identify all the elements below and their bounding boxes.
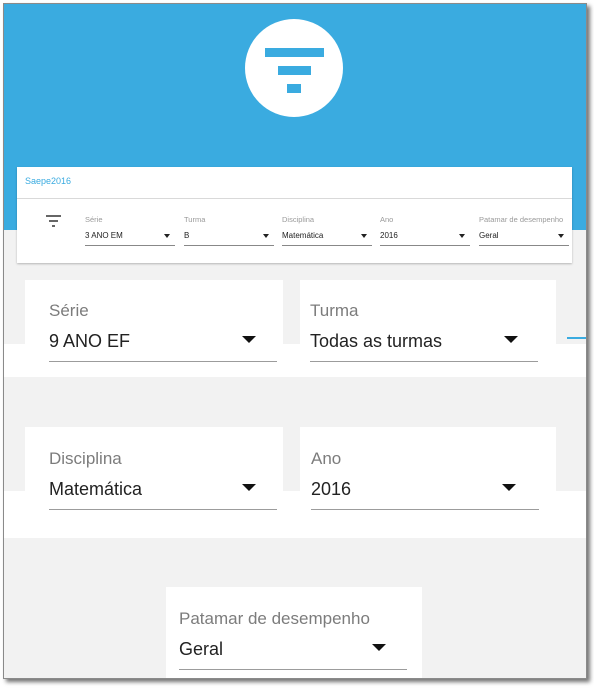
summary-field-value: 3 ANO EM (85, 231, 123, 240)
field-value: Matemática (49, 479, 143, 499)
serie-select[interactable]: Série 9 ANO EF (49, 301, 277, 363)
summary-title: Saepe2016 (25, 176, 72, 186)
summary-field-label: Patamar de desempenho (479, 215, 564, 224)
dropdown-arrow-icon (361, 234, 367, 238)
filter-icon-bar (278, 66, 311, 75)
dropdown-arrow-icon (372, 644, 386, 651)
summary-turma-select[interactable]: Turma B (184, 215, 274, 247)
summary-field-value: Geral (479, 231, 499, 240)
summary-field-label: Turma (184, 215, 206, 224)
app-frame: Saepe2016 Série 3 ANO EM Turma B Discipl… (3, 3, 587, 679)
summary-field-label: Ano (380, 215, 394, 224)
summary-field-value: 2016 (380, 231, 398, 240)
turma-select[interactable]: Turma Todas as turmas (310, 301, 538, 363)
field-label: Patamar de desempenho (179, 609, 370, 628)
summary-field-label: Disciplina (282, 215, 315, 224)
filter-icon[interactable] (46, 215, 61, 229)
field-label: Ano (311, 449, 342, 468)
disciplina-select[interactable]: Disciplina Matemática (49, 449, 277, 511)
patamar-select[interactable]: Patamar de desempenho Geral (179, 609, 407, 671)
summary-field-label: Série (85, 215, 103, 224)
dropdown-arrow-icon (164, 234, 170, 238)
filter-icon (245, 19, 343, 117)
field-value: Todas as turmas (310, 331, 443, 351)
summary-field-value: B (184, 231, 190, 240)
accent-line (567, 337, 586, 339)
field-label: Série (49, 301, 89, 320)
summary-serie-select[interactable]: Série 3 ANO EM (85, 215, 175, 247)
dropdown-arrow-icon (459, 234, 465, 238)
field-value: 9 ANO EF (49, 331, 131, 351)
dropdown-arrow-icon (263, 234, 269, 238)
field-value: 2016 (311, 479, 352, 499)
filter-icon-bar (265, 48, 324, 57)
dropdown-arrow-icon (502, 484, 516, 491)
field-label: Turma (310, 301, 359, 320)
field-value: Geral (179, 639, 224, 659)
field-label: Disciplina (49, 449, 122, 468)
dropdown-arrow-icon (558, 234, 564, 238)
summary-patamar-select[interactable]: Patamar de desempenho Geral (479, 215, 569, 247)
summary-ano-select[interactable]: Ano 2016 (380, 215, 470, 247)
summary-disciplina-select[interactable]: Disciplina Matemática (282, 215, 372, 247)
dropdown-arrow-icon (504, 336, 518, 343)
divider (17, 198, 572, 199)
filter-summary-card: Saepe2016 Série 3 ANO EM Turma B Discipl… (17, 167, 572, 263)
dropdown-arrow-icon (242, 336, 256, 343)
summary-field-value: Matemática (282, 231, 324, 240)
filter-icon-bar (287, 84, 301, 93)
ano-select[interactable]: Ano 2016 (311, 449, 539, 511)
dropdown-arrow-icon (242, 484, 256, 491)
